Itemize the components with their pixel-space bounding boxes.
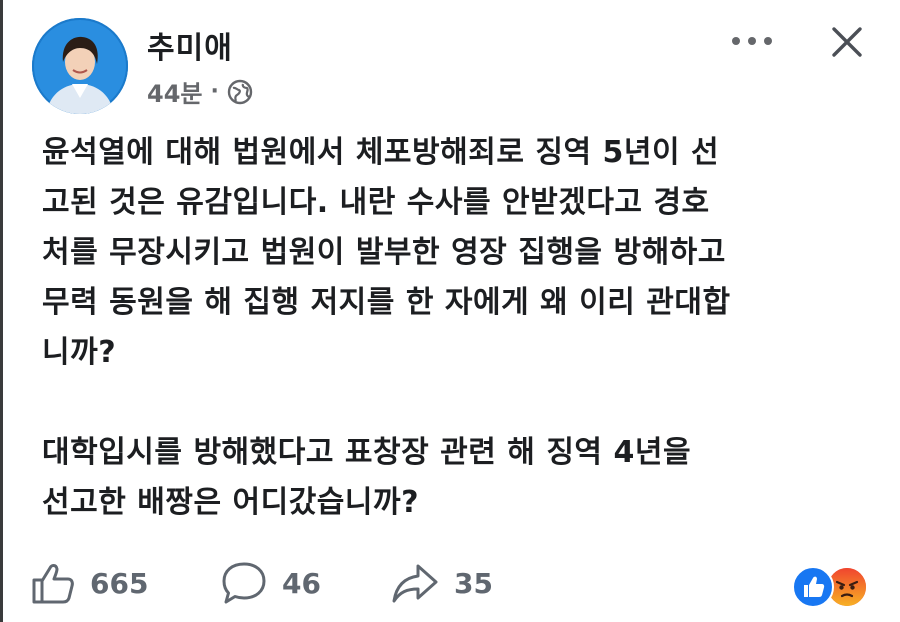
- avatar[interactable]: [32, 18, 128, 114]
- meta-separator: ·: [210, 79, 219, 104]
- post-meta: 44분 ·: [147, 74, 253, 109]
- post-time[interactable]: 44분: [147, 74, 202, 109]
- close-icon: [832, 27, 862, 57]
- author-name[interactable]: 추미애: [147, 23, 233, 67]
- close-button[interactable]: [822, 18, 872, 66]
- post-header: 추미애 44분 ·: [32, 18, 872, 118]
- post-text: 윤석열에 대해 법원에서 체포방해죄로 징역 5년이 선 고된 것은 유감입니다…: [42, 128, 882, 528]
- share-button[interactable]: 35: [390, 558, 493, 608]
- like-button[interactable]: 665: [30, 558, 148, 608]
- comment-count: 46: [282, 566, 321, 600]
- share-count: 35: [454, 566, 493, 600]
- post-paragraph: 대학입시를 방해했다고 표창장 관련 해 징역 4년을 선고한 배짱은 어디갔습…: [42, 435, 692, 520]
- window-edge: [0, 0, 3, 622]
- thumbs-up-icon: [32, 564, 74, 604]
- share-arrow-icon: [392, 564, 438, 603]
- like-count: 665: [90, 566, 149, 600]
- comment-button[interactable]: 46: [220, 558, 321, 608]
- more-options-button[interactable]: [722, 26, 782, 56]
- more-horizontal-icon: [732, 37, 772, 45]
- like-reaction-icon: [792, 566, 834, 608]
- post-paragraph: 윤석열에 대해 법원에서 체포방해죄로 징역 5년이 선 고된 것은 유감입니다…: [42, 135, 731, 370]
- comment-bubble-icon: [222, 562, 266, 604]
- post-actions: 665 46 35: [30, 558, 880, 608]
- reaction-summary[interactable]: [792, 566, 882, 608]
- profile-photo: [32, 18, 128, 114]
- globe-icon[interactable]: [227, 79, 253, 105]
